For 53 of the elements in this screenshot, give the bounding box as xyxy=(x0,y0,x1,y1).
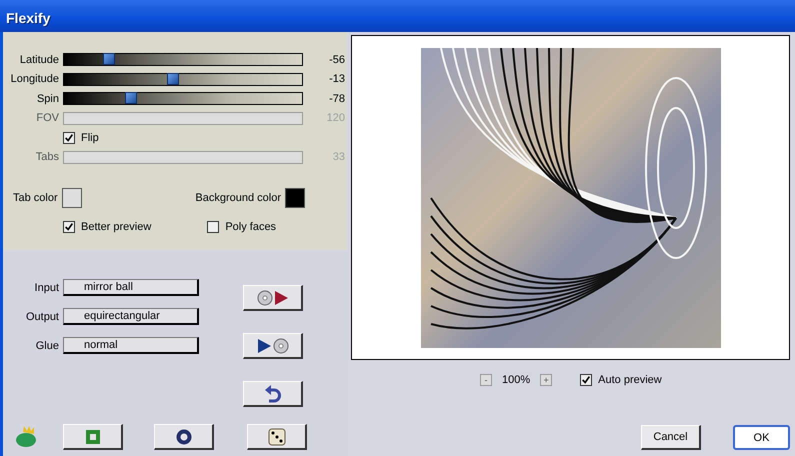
dialog-button[interactable]: Cancel xyxy=(641,425,701,450)
ring-button[interactable] xyxy=(154,424,214,450)
undo-button[interactable] xyxy=(243,381,303,407)
checkbox[interactable] xyxy=(207,221,220,233)
checkbox-label: Auto preview xyxy=(598,374,662,386)
slider-thumb[interactable] xyxy=(103,53,116,66)
checkbox[interactable] xyxy=(63,132,75,144)
zoom-out-button[interactable]: - xyxy=(480,374,492,386)
slider-value: -56 xyxy=(328,54,345,66)
slider-value: 33 xyxy=(332,151,345,164)
zoom-in-button[interactable]: + xyxy=(540,374,552,386)
mapping-dropdown[interactable]: mirror ball xyxy=(63,279,199,296)
slider-label: Tabs xyxy=(34,151,59,164)
color-swatch[interactable] xyxy=(62,188,82,208)
color-label: Background color xyxy=(195,192,281,204)
triangle-disc-icon xyxy=(256,338,288,354)
checkbox-label: Poly faces xyxy=(225,221,276,233)
dialog-button[interactable]: OK xyxy=(733,425,790,450)
checkbox-label: Flip xyxy=(81,132,99,144)
slider-label: Latitude xyxy=(18,54,59,66)
square-icon xyxy=(84,428,100,444)
slider-value: -78 xyxy=(328,92,345,105)
slider-track[interactable] xyxy=(63,53,303,66)
slider-thumb[interactable] xyxy=(167,72,180,85)
color-label: Tab color xyxy=(13,192,58,204)
checkbox[interactable] xyxy=(580,374,592,386)
slider-thumb[interactable] xyxy=(124,92,137,104)
slider-value: 120 xyxy=(326,112,345,124)
dice-icon xyxy=(268,428,286,446)
field-label: Output xyxy=(24,310,59,322)
slider-label: FOV xyxy=(35,112,59,124)
slider-track[interactable] xyxy=(63,92,303,106)
ring-icon xyxy=(176,428,192,444)
field-label: Glue xyxy=(34,340,59,352)
checkbox[interactable] xyxy=(63,221,75,233)
slider-value: -13 xyxy=(328,73,345,86)
disc-triangle-icon xyxy=(256,290,288,306)
disc-to-triangle-button[interactable] xyxy=(243,285,303,311)
undo-icon xyxy=(264,384,280,402)
mapping-dropdown[interactable]: equirectangular xyxy=(63,308,199,325)
triangle-to-disc-button[interactable] xyxy=(243,333,303,359)
checkbox-label: Better preview xyxy=(81,221,152,233)
square-button[interactable] xyxy=(63,424,123,450)
slider-track[interactable] xyxy=(63,72,303,86)
slider-label: Spin xyxy=(36,92,59,105)
mapping-dropdown[interactable]: normal xyxy=(63,337,199,354)
app-logo-icon xyxy=(15,426,39,448)
color-swatch[interactable] xyxy=(285,188,305,208)
slider-label: Longitude xyxy=(10,73,59,86)
dice-button[interactable] xyxy=(247,424,307,450)
field-label: Input xyxy=(34,282,59,294)
window-title: Flexify xyxy=(6,10,50,26)
zoom-value: 100% xyxy=(502,374,530,386)
